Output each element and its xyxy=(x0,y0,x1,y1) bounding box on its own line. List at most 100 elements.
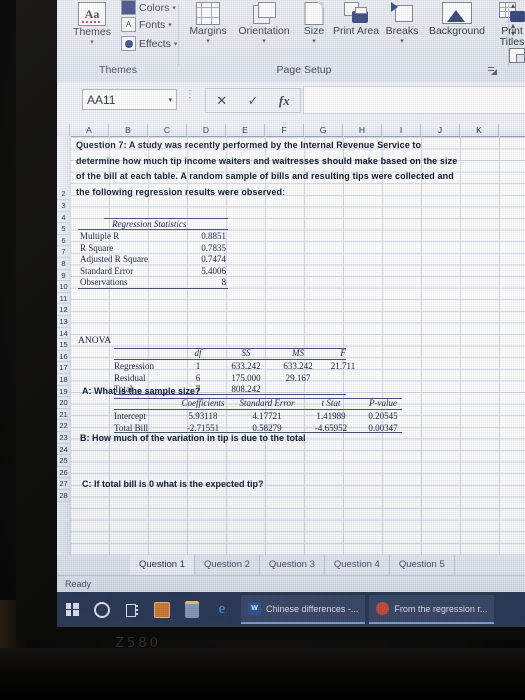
anova-row-label: Residual xyxy=(114,372,146,383)
column-header-J[interactable]: J xyxy=(421,124,460,136)
row-header-23[interactable]: 23 xyxy=(57,432,70,444)
start-button[interactable] xyxy=(57,592,87,627)
row-header-27[interactable]: 27 xyxy=(57,478,70,490)
background-button[interactable]: Background xyxy=(424,2,490,37)
column-header-A[interactable]: A xyxy=(70,124,109,136)
row-header-5[interactable]: 5 xyxy=(57,223,70,235)
task-view-icon[interactable] xyxy=(117,592,147,627)
row-header-15[interactable]: 15 xyxy=(57,339,70,351)
fonts-button[interactable]: A Fonts ▾ xyxy=(121,17,172,32)
cortana-search-icon[interactable] xyxy=(87,592,117,627)
colors-chevron-down-icon[interactable]: ▾ xyxy=(172,5,176,12)
row-header-28[interactable]: 28 xyxy=(57,490,70,502)
row-header-6[interactable]: 6 xyxy=(57,235,70,247)
row-header-24[interactable]: 24 xyxy=(57,444,70,456)
anova-header-SS: SS xyxy=(241,348,251,358)
row-header-14[interactable]: 14 xyxy=(57,328,70,340)
margins-button[interactable]: Margins ▾ xyxy=(183,2,233,45)
column-header-G[interactable]: G xyxy=(304,124,343,136)
coefficients-row-label: Intercept xyxy=(114,411,146,421)
taskbar-window-title: Chinese differences -... xyxy=(266,603,359,614)
column-header-E[interactable]: E xyxy=(226,124,265,136)
sheet-tab-1[interactable]: Question 1 xyxy=(130,555,195,575)
themes-chevron-down-icon[interactable]: ▾ xyxy=(65,39,119,46)
anova-header-MS: MS xyxy=(292,348,304,358)
page-setup-dialog-launcher[interactable] xyxy=(488,66,497,75)
taskbar-window-2[interactable]: From the regression r... xyxy=(369,595,495,624)
coefficients-header-p-value: P-value xyxy=(369,398,397,408)
orientation-chevron-down-icon[interactable]: ▾ xyxy=(233,38,295,45)
anova-SS-value: 633.242 xyxy=(231,361,261,371)
size-chevron-down-icon[interactable]: ▾ xyxy=(296,38,332,45)
formula-input[interactable] xyxy=(303,86,525,114)
row-header-12[interactable]: 12 xyxy=(57,304,70,316)
column-header-H[interactable]: H xyxy=(343,124,382,136)
sheet-tab-2[interactable]: Question 2 xyxy=(195,555,260,575)
sub-question: A: What is the sample size? xyxy=(82,386,201,397)
taskbar-app-icon: W xyxy=(248,602,261,615)
row-header-8[interactable]: 8 xyxy=(57,258,70,270)
orientation-button[interactable]: Orientation ▾ xyxy=(233,2,295,45)
select-all-corner[interactable] xyxy=(57,124,70,136)
column-header-I[interactable]: I xyxy=(382,124,421,136)
row-header-4[interactable]: 4 xyxy=(57,212,70,224)
colors-button[interactable]: Colors ▾ xyxy=(121,0,176,15)
taskbar-app-icon xyxy=(376,602,390,615)
name-box[interactable]: AA11 ▾ xyxy=(82,89,177,110)
row-header-22[interactable]: 22 xyxy=(57,420,70,432)
name-box-chevron-down-icon[interactable]: ▾ xyxy=(168,96,172,104)
file-explorer-icon[interactable] xyxy=(177,592,207,627)
insert-function-icon[interactable]: fx xyxy=(279,93,290,109)
row-header-13[interactable]: 13 xyxy=(57,316,70,328)
sheet-tab-4[interactable]: Question 4 xyxy=(325,555,390,575)
fonts-chevron-down-icon[interactable]: ▾ xyxy=(168,22,172,29)
colors-label: Colors xyxy=(139,1,170,14)
row-header-25[interactable]: 25 xyxy=(57,455,70,467)
scale-arrows-icon-2: ▴ ▾ xyxy=(511,21,516,38)
row-header-2[interactable]: 2 xyxy=(57,136,70,200)
size-button[interactable]: Size ▾ xyxy=(296,2,332,45)
anova-MS-value: 633.242 xyxy=(283,361,313,371)
row-header-20[interactable]: 20 xyxy=(57,397,70,409)
column-header-F[interactable]: F xyxy=(265,124,304,136)
cells-area[interactable]: Question 7: A study was recently perform… xyxy=(70,136,525,567)
coefficients-coefficient: 5.93118 xyxy=(188,411,218,421)
row-header-18[interactable]: 18 xyxy=(57,374,70,386)
formula-bar-grip[interactable]: ⋮ xyxy=(185,90,195,100)
row-header-3[interactable]: 3 xyxy=(57,200,70,212)
margins-chevron-down-icon[interactable]: ▾ xyxy=(183,38,233,45)
cancel-icon[interactable]: ✕ xyxy=(216,93,227,109)
row-header-19[interactable]: 19 xyxy=(57,386,70,398)
column-header-B[interactable]: B xyxy=(109,124,148,136)
edge-browser-icon[interactable]: e xyxy=(207,592,237,627)
regression-statistics-title: Regression Statistics xyxy=(112,219,187,229)
pinned-app-icon-1[interactable] xyxy=(147,592,177,627)
sheet-tab-3[interactable]: Question 3 xyxy=(260,555,325,575)
row-header-7[interactable]: 7 xyxy=(57,246,70,258)
breaks-button[interactable]: Breaks ▾ xyxy=(380,2,424,45)
effects-chevron-down-icon[interactable]: ▾ xyxy=(174,41,178,48)
breaks-chevron-down-icon[interactable]: ▾ xyxy=(380,38,424,45)
sheet-options-icon[interactable] xyxy=(509,48,525,63)
row-header-16[interactable]: 16 xyxy=(57,351,70,363)
column-header-D[interactable]: D xyxy=(187,124,226,136)
themes-button[interactable]: Aa Themes ▾ xyxy=(65,2,119,46)
anova-df-value: 1 xyxy=(195,361,201,371)
row-header-9[interactable]: 9 xyxy=(57,270,70,282)
row-header-21[interactable]: 21 xyxy=(57,409,70,421)
row-header-26[interactable]: 26 xyxy=(57,467,70,479)
effects-button[interactable]: Effects ▾ xyxy=(121,36,177,51)
row-header-17[interactable]: 17 xyxy=(57,362,70,374)
sheet-tab-5[interactable]: Question 5 xyxy=(390,555,455,575)
laptop-photo: Z580 Aa Themes ▾ Colors ▾ A Fonts ▾ Effe… xyxy=(0,0,525,700)
taskbar-window-1[interactable]: W Chinese differences -... xyxy=(241,595,366,624)
column-header-K[interactable]: K xyxy=(460,124,499,136)
row-header-10[interactable]: 10 xyxy=(57,281,70,293)
print-area-button[interactable]: Print Area xyxy=(332,2,380,37)
anova-title: ANOVA xyxy=(78,336,112,346)
row-header-11[interactable]: 11 xyxy=(57,293,70,305)
breaks-label: Breaks xyxy=(385,25,419,37)
enter-icon[interactable]: ✓ xyxy=(248,93,259,109)
column-header-C[interactable]: C xyxy=(148,124,187,136)
coefficients-standard-error: 4.17721 xyxy=(252,411,282,421)
